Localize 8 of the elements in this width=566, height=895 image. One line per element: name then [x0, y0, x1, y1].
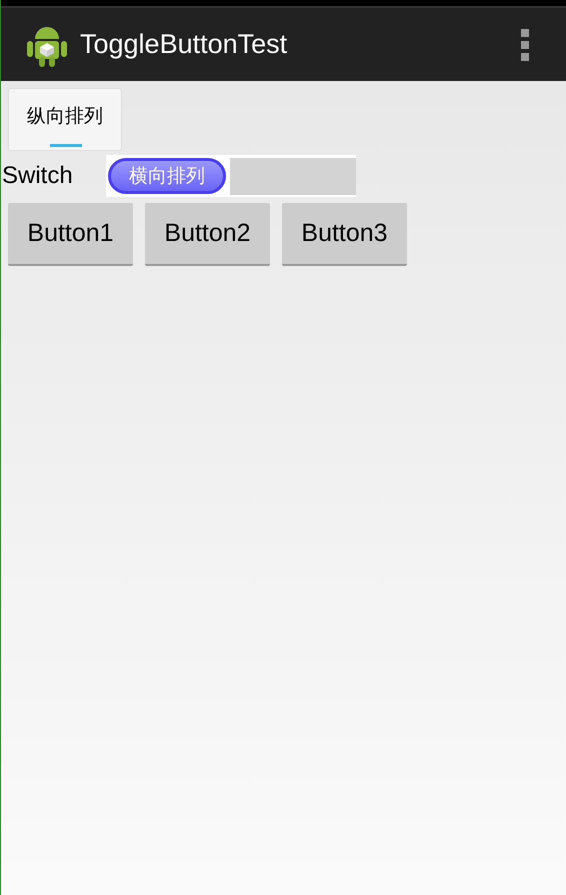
overflow-menu-icon[interactable]: [521, 28, 529, 60]
push-button[interactable]: Button2: [145, 203, 270, 266]
toggle-indicator: [50, 144, 82, 147]
push-button[interactable]: Button3: [282, 203, 407, 266]
switch-label: Switch: [1, 162, 74, 190]
toggle-button[interactable]: 纵向排列: [8, 88, 122, 151]
app-title: ToggleButtonTest: [80, 29, 288, 60]
push-button[interactable]: Button1: [8, 203, 133, 266]
